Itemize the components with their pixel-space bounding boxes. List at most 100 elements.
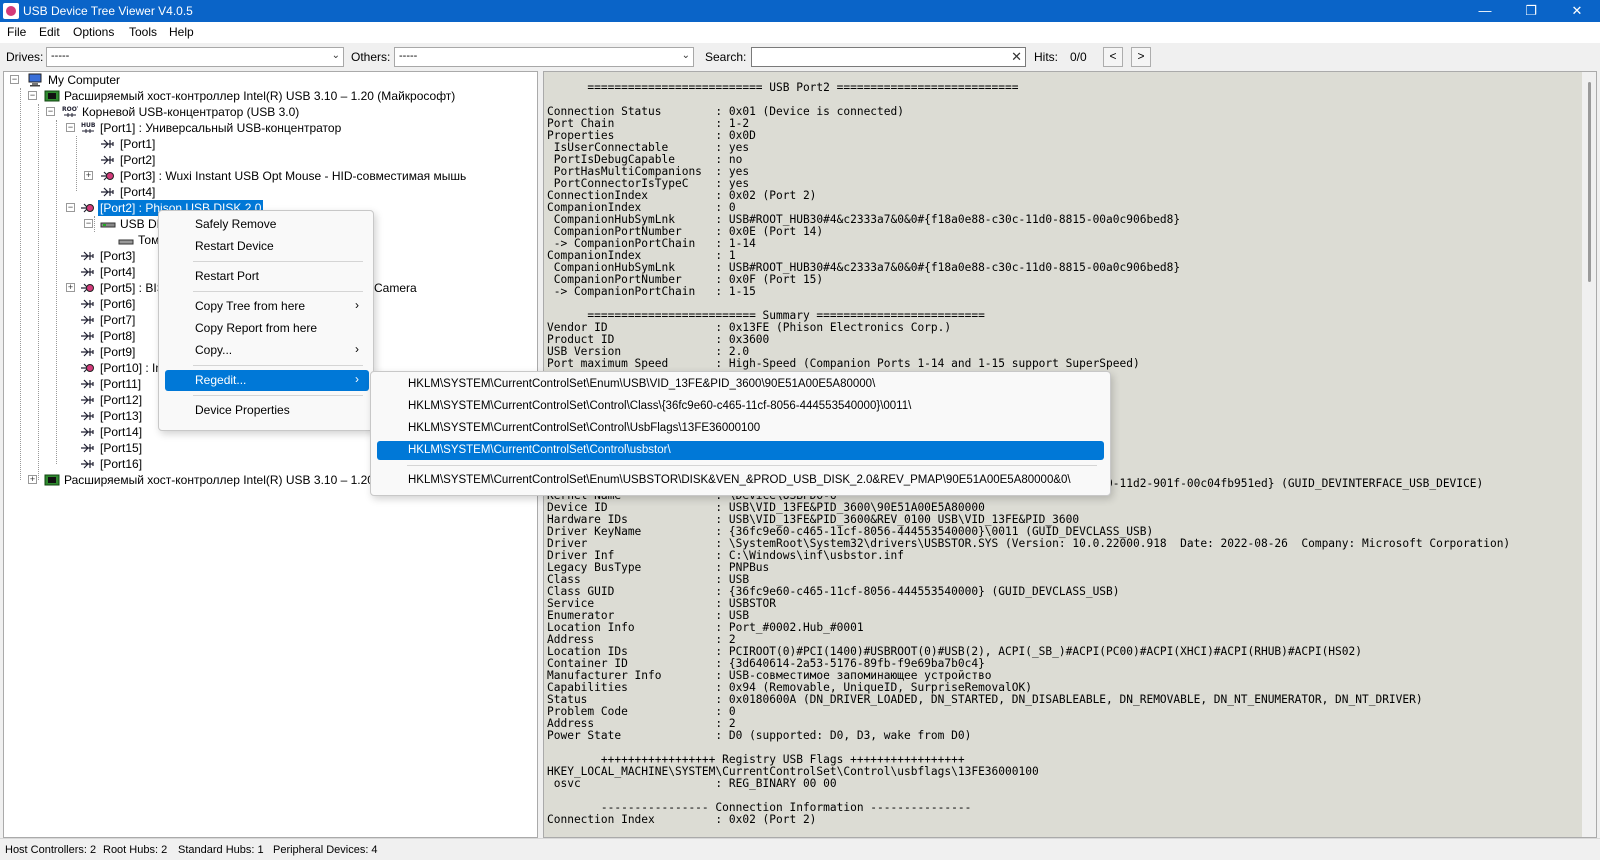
regedit-control-class[interactable]: HKLM\SYSTEM\CurrentControlSet\Control\Cl… xyxy=(377,397,1104,416)
menu-restart-device[interactable]: Restart Device xyxy=(165,236,369,257)
menu-separator xyxy=(193,395,363,396)
menu-regedit[interactable]: Regedit... › xyxy=(165,370,369,391)
usb-port-icon xyxy=(101,187,114,197)
tree-node-port[interactable]: [Port12] xyxy=(66,392,156,408)
others-combo[interactable]: ----- ⌄ xyxy=(394,47,694,67)
menu-copy-report[interactable]: Copy Report from here xyxy=(165,318,369,339)
menu-file[interactable]: File xyxy=(7,25,26,39)
menu-options[interactable]: Options xyxy=(73,25,114,39)
regedit-enum-usbstor[interactable]: HKLM\SYSTEM\CurrentControlSet\Enum\USBST… xyxy=(377,471,1104,490)
tree-node-port[interactable]: [Port11] xyxy=(66,376,156,392)
usb-port-icon xyxy=(81,251,94,261)
status-standard-hubs: Standard Hubs: 1 xyxy=(178,844,264,856)
chevron-right-icon: › xyxy=(355,298,359,312)
svg-text:ROOT: ROOT xyxy=(62,106,78,113)
tree-node-port[interactable]: [Port14] xyxy=(66,424,156,440)
maximize-button[interactable]: ❐ xyxy=(1508,0,1554,22)
menu-help[interactable]: Help xyxy=(169,25,194,39)
regedit-usbflags[interactable]: HKLM\SYSTEM\CurrentControlSet\Control\Us… xyxy=(377,419,1104,438)
tree-node-port[interactable]: [Port13] xyxy=(66,408,156,424)
root-hub-icon: ROOT xyxy=(62,106,78,117)
tree-node-port[interactable]: [Port9] xyxy=(66,344,156,360)
menu-safely-remove[interactable]: Safely Remove xyxy=(165,214,369,235)
tree-node-port[interactable]: [Port16] xyxy=(66,456,156,472)
svg-text:HUB: HUB xyxy=(81,122,96,129)
tree-guide xyxy=(38,104,39,480)
hub-icon: HUB xyxy=(81,122,96,133)
status-root-hubs: Root Hubs: 2 xyxy=(103,844,168,856)
tree-node-port[interactable]: [Port4] xyxy=(84,184,484,200)
others-label: Others: xyxy=(351,50,391,64)
menu-device-properties[interactable]: Device Properties xyxy=(165,400,369,421)
minimize-button[interactable]: — xyxy=(1462,0,1508,22)
tree-guide xyxy=(20,88,21,480)
report-line: -> CompanionPortChain : 1-15 xyxy=(547,285,756,298)
camera-label-fragment: Camera xyxy=(374,281,417,295)
menu-tools[interactable]: Tools xyxy=(129,25,157,39)
expand-icon[interactable]: + xyxy=(28,475,37,484)
scrollbar-thumb[interactable] xyxy=(1588,82,1591,282)
tree-node-my-computer[interactable]: − My Computer xyxy=(10,72,530,88)
tree-node-port[interactable]: [Port8] xyxy=(66,328,156,344)
next-hit-button[interactable]: > xyxy=(1131,47,1151,67)
menu-restart-port[interactable]: Restart Port xyxy=(165,266,369,287)
search-label: Search: xyxy=(705,50,747,64)
tree-node-root-hub[interactable]: − ROOT Корневой USB-концентратор (USB 3.… xyxy=(46,104,526,120)
expand-icon[interactable]: + xyxy=(84,171,93,180)
menu-edit[interactable]: Edit xyxy=(39,25,60,39)
tree-node-host-controller[interactable]: − Расширяемый хост-контроллер Intel(R) U… xyxy=(28,88,528,104)
clear-icon[interactable]: ✕ xyxy=(1011,49,1022,65)
title-bar: USB Device Tree Viewer V4.0.5 — ❐ ✕ xyxy=(0,0,1600,22)
prev-hit-button[interactable]: < xyxy=(1103,47,1123,67)
collapse-icon[interactable]: − xyxy=(28,91,37,100)
search-input[interactable]: ✕ xyxy=(751,47,1026,67)
regedit-submenu: HKLM\SYSTEM\CurrentControlSet\Enum\USB\V… xyxy=(370,371,1111,496)
expand-icon[interactable]: + xyxy=(66,283,75,292)
menu-separator xyxy=(193,291,363,292)
app-icon[interactable] xyxy=(3,3,19,19)
drives-value: ----- xyxy=(51,50,70,62)
tree-guide xyxy=(56,120,57,464)
tree-guide xyxy=(76,136,77,191)
tree-node-port[interactable]: [Port3] xyxy=(66,248,156,264)
report-line: Power State : D0 (supported: D0, D3, wak… xyxy=(547,729,972,742)
others-value: ----- xyxy=(399,50,418,62)
usb-device-icon xyxy=(81,203,94,213)
collapse-icon[interactable]: − xyxy=(46,107,55,116)
tree-node-port1-hub[interactable]: − HUB [Port1] : Универсальный USB-концен… xyxy=(66,120,526,136)
usb-device-icon xyxy=(101,171,114,181)
menu-copy-tree[interactable]: Copy Tree from here › xyxy=(165,296,369,317)
regedit-enum-usb[interactable]: HKLM\SYSTEM\CurrentControlSet\Enum\USB\V… xyxy=(377,375,1104,394)
context-menu: Safely Remove Restart Device Restart Por… xyxy=(158,210,374,431)
vertical-scrollbar[interactable] xyxy=(1582,72,1596,837)
usb-port-icon xyxy=(81,347,94,357)
tree-node-port[interactable]: [Port2] xyxy=(84,152,484,168)
usb-port-icon xyxy=(81,427,94,437)
menu-separator xyxy=(193,261,363,262)
collapse-icon[interactable]: − xyxy=(66,123,75,132)
tree-node-port[interactable]: [Port4] xyxy=(66,264,156,280)
tree-node-port[interactable]: [Port15] xyxy=(66,440,156,456)
menu-copy[interactable]: Copy... › xyxy=(165,340,369,361)
tree-node-mouse[interactable]: + [Port3] : Wuxi Instant USB Opt Mouse -… xyxy=(84,168,504,184)
regedit-usbstor[interactable]: HKLM\SYSTEM\CurrentControlSet\Control\us… xyxy=(377,441,1104,460)
usb-port-icon xyxy=(81,443,94,453)
collapse-icon[interactable]: − xyxy=(84,219,93,228)
collapse-icon[interactable]: − xyxy=(10,75,19,84)
tree-node-port[interactable]: [Port7] xyxy=(66,312,156,328)
status-peripheral-devices: Peripheral Devices: 4 xyxy=(273,844,378,856)
tree-node-port[interactable]: [Port1] xyxy=(84,136,484,152)
tree-node-port5-camera[interactable]: + [Port5] : BIS xyxy=(66,280,165,296)
computer-icon xyxy=(28,73,42,87)
usb-port-icon xyxy=(81,315,94,325)
report-line: Connection Index : 0x02 (Port 2) xyxy=(547,813,817,826)
collapse-icon[interactable]: − xyxy=(66,203,75,212)
status-host-controllers: Host Controllers: 2 xyxy=(5,844,97,856)
menu-separator xyxy=(193,365,363,366)
tree-node-port10[interactable]: [Port10] : Int xyxy=(66,360,165,376)
drives-combo[interactable]: ----- ⌄ xyxy=(46,47,344,67)
close-button[interactable]: ✕ xyxy=(1554,0,1600,22)
usb-port-icon xyxy=(81,379,94,389)
menu-separator xyxy=(407,465,1097,466)
tree-node-port[interactable]: [Port6] xyxy=(66,296,156,312)
